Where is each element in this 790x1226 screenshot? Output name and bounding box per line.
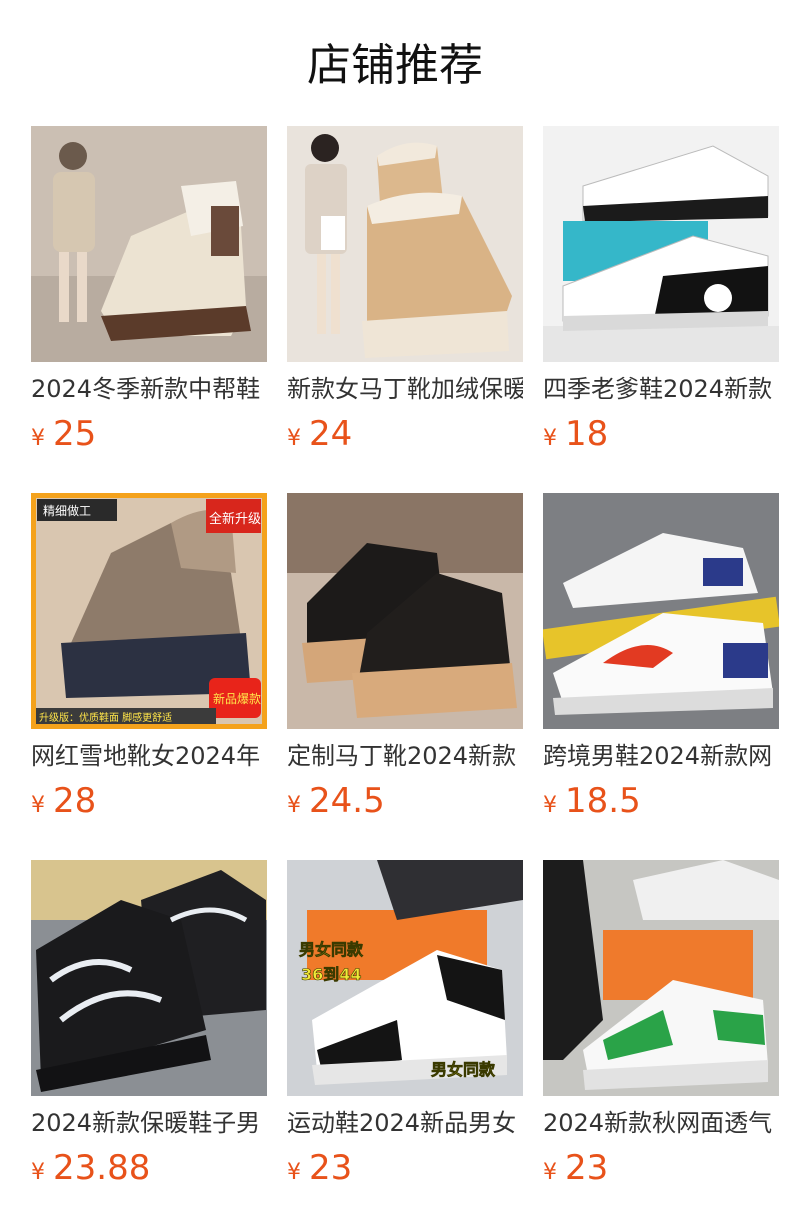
product-price: ¥18 [543,414,779,454]
price-value: 23.88 [53,1148,151,1188]
product-price: ¥23 [543,1148,779,1188]
product-image[interactable] [287,126,523,362]
product-card[interactable]: 四季老爹鞋2024新款 ¥18 [543,126,779,454]
product-card[interactable]: 定制马丁靴2024新款 ¥24.5 [287,493,523,821]
product-image[interactable] [543,493,779,729]
product-price: ¥18.5 [543,781,779,821]
product-card[interactable]: 精细做工 全新升级 新品爆款 升级版：优质鞋面 脚感更舒适 网红雪地靴女2024… [31,493,267,821]
badge-upgrade-note: 升级版：优质鞋面 脚感更舒适 [39,711,172,724]
price-value: 25 [53,414,97,454]
currency-symbol: ¥ [287,426,301,451]
badge-fine-work: 精细做工 [43,503,91,518]
price-value: 18 [565,414,609,454]
product-name[interactable]: 四季老爹鞋2024新款 [543,374,779,404]
product-image[interactable] [31,126,267,362]
product-name[interactable]: 新款女马丁靴加绒保暖 [287,374,523,404]
currency-symbol: ¥ [543,1160,557,1185]
product-card[interactable]: 跨境男鞋2024新款网 ¥18.5 [543,493,779,821]
price-value: 28 [53,781,97,821]
product-price: ¥23.88 [31,1148,267,1188]
product-name[interactable]: 2024新款秋网面透气 [543,1108,779,1138]
currency-symbol: ¥ [287,793,301,818]
product-card[interactable]: 新款女马丁靴加绒保暖 ¥24 [287,126,523,454]
currency-symbol: ¥ [543,426,557,451]
product-card[interactable]: 2024新款秋网面透气 ¥23 [543,860,779,1188]
product-name[interactable]: 跨境男鞋2024新款网 [543,741,779,771]
product-card[interactable]: 2024冬季新款中帮鞋 ¥25 [31,126,267,454]
product-name[interactable]: 定制马丁靴2024新款 [287,741,523,771]
product-image[interactable] [31,860,267,1096]
product-price: ¥28 [31,781,267,821]
badge-size-range: 36到44 [301,965,362,984]
section-title: 店铺推荐 [307,40,483,91]
product-name[interactable]: 2024新款保暖鞋子男 [31,1108,267,1138]
product-image[interactable] [543,126,779,362]
badge-unisex: 男女同款 [299,940,364,959]
badge-upgrade: 全新升级 [209,511,261,527]
currency-symbol: ¥ [287,1160,301,1185]
currency-symbol: ¥ [31,793,45,818]
price-value: 24.5 [309,781,385,821]
price-value: 24 [309,414,353,454]
product-price: ¥25 [31,414,267,454]
product-card[interactable]: 男女同款 36到44 男女同款 运动鞋2024新品男女 ¥23 [287,860,523,1188]
badge-unisex-bottom: 男女同款 [431,1060,496,1079]
product-image[interactable] [287,493,523,729]
product-image[interactable]: 男女同款 36到44 男女同款 [287,860,523,1096]
badge-new-hot: 新品爆款 [213,691,261,706]
price-value: 18.5 [565,781,641,821]
product-price: ¥23 [287,1148,523,1188]
product-image[interactable]: 精细做工 全新升级 新品爆款 升级版：优质鞋面 脚感更舒适 [31,493,267,729]
price-value: 23 [309,1148,353,1188]
currency-symbol: ¥ [31,426,45,451]
product-name[interactable]: 运动鞋2024新品男女 [287,1108,523,1138]
product-card[interactable]: 2024新款保暖鞋子男 ¥23.88 [31,860,267,1188]
product-price: ¥24.5 [287,781,523,821]
product-image[interactable] [543,860,779,1096]
product-name[interactable]: 网红雪地靴女2024年 [31,741,267,771]
currency-symbol: ¥ [543,793,557,818]
currency-symbol: ¥ [31,1160,45,1185]
product-name[interactable]: 2024冬季新款中帮鞋 [31,374,267,404]
price-value: 23 [565,1148,609,1188]
product-price: ¥24 [287,414,523,454]
